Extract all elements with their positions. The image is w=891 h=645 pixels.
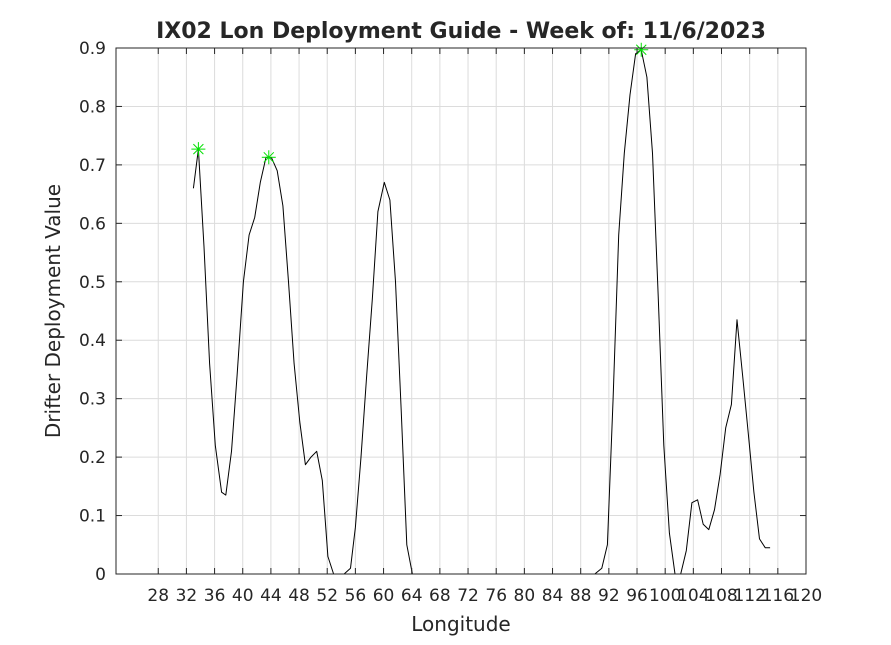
y-tick-label: 0.6 — [79, 214, 106, 234]
peak-marker — [634, 42, 649, 57]
y-tick-label: 0.8 — [79, 97, 106, 117]
x-tick-label: 32 — [176, 586, 198, 606]
peak-marker — [261, 150, 276, 165]
x-tick-label: 76 — [485, 586, 507, 606]
chart-title: IX02 Lon Deployment Guide - Week of: 11/… — [156, 19, 766, 44]
x-tick-label: 88 — [570, 586, 592, 606]
x-tick-label: 52 — [316, 586, 338, 606]
y-tick-label: 0.2 — [79, 448, 106, 468]
x-tick-label: 48 — [288, 586, 310, 606]
y-tick-label: 0.3 — [79, 390, 106, 410]
x-tick-label: 40 — [232, 586, 254, 606]
y-tick-label: 0.9 — [79, 39, 106, 59]
figure-background — [0, 0, 891, 645]
x-tick-label: 44 — [260, 586, 282, 606]
x-tick-label: 92 — [598, 586, 620, 606]
x-tick-label: 36 — [204, 586, 226, 606]
y-tick-label: 0.5 — [79, 273, 106, 293]
x-tick-label: 28 — [147, 586, 169, 606]
x-tick-label: 96 — [626, 586, 648, 606]
x-tick-label: 80 — [514, 586, 536, 606]
x-tick-label: 68 — [429, 586, 451, 606]
peak-marker — [191, 142, 206, 157]
x-tick-label: 120 — [790, 586, 822, 606]
x-tick-label: 56 — [345, 586, 367, 606]
x-tick-label: 64 — [401, 586, 423, 606]
x-tick-label: 84 — [542, 586, 564, 606]
y-tick-label: 0 — [95, 565, 106, 585]
chart-figure: 28 32 36 40 44 48 52 56 60 64 68 72 76 80 84 88 92 96 1001… — [0, 0, 891, 645]
y-axis-label: Drifter Deployment Value — [41, 184, 65, 438]
y-tick-label: 0.1 — [79, 507, 106, 527]
x-tick-label: 72 — [457, 586, 479, 606]
y-tick-label: 0.7 — [79, 156, 106, 176]
y-tick-label: 0.4 — [79, 331, 106, 351]
x-tick-label: 60 — [373, 586, 395, 606]
x-axis-label: Longitude — [411, 612, 510, 636]
